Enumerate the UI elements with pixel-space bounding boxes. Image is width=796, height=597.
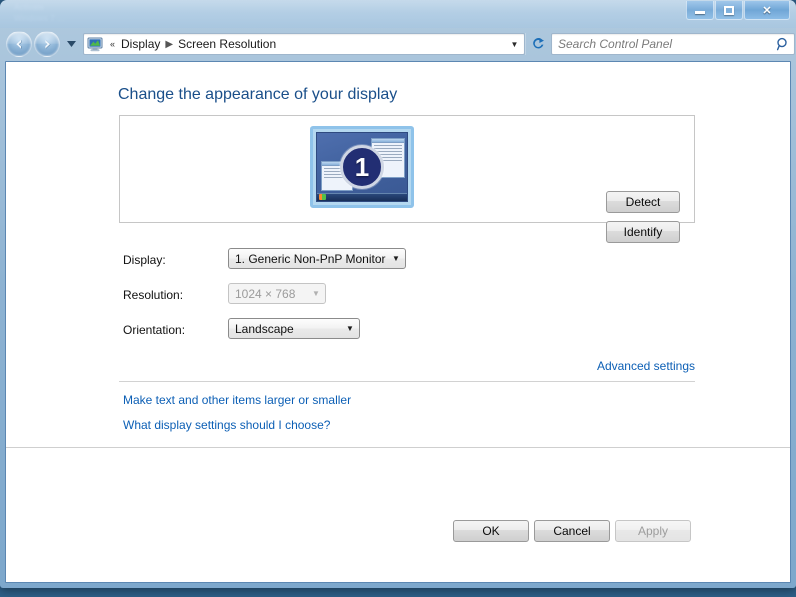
minimize-button[interactable] [686,1,714,20]
dialog-footer: OK Cancel Apply [6,448,790,582]
navigation-bar: « Display ▶ Screen Resolution ▼ [0,28,796,60]
resolution-dropdown: 1024 × 768 ▼ [228,283,326,304]
breadcrumb: « Display ▶ Screen Resolution [87,34,507,54]
chevron-down-icon: ▼ [392,254,400,263]
history-dropdown-button[interactable] [63,41,79,47]
display-label: Display: [123,253,166,267]
refresh-icon [532,38,544,49]
mini-taskbar [317,193,407,201]
close-button[interactable]: ✕ [744,1,790,20]
breadcrumb-overflow[interactable]: « [107,39,118,49]
resolution-dropdown-value: 1024 × 768 [235,286,296,301]
close-icon: ✕ [762,4,772,17]
address-dropdown-icon[interactable]: ▼ [507,40,522,49]
orientation-label: Orientation: [123,323,186,337]
chevron-down-icon: ▼ [346,324,354,333]
cancel-button[interactable]: Cancel [534,520,610,542]
desktop-background: Activate Windows 7 ... ✕ [0,0,796,597]
content-panel: Change the appearance of your display 1 … [6,62,790,448]
monitor-number-badge: 1 [340,145,384,189]
orientation-dropdown[interactable]: Landscape ▼ [228,318,360,339]
maximize-icon [724,5,734,15]
screen-resolution-window: ✕ « Display ▶ Screen Resolution ▼ Search… [0,0,796,588]
monitor-screen: 1 [316,132,408,202]
back-arrow-icon [15,39,21,49]
identify-button[interactable]: Identify [606,221,680,243]
window-titlebar: ✕ [0,0,796,28]
advanced-settings-link[interactable]: Advanced settings [597,359,695,373]
breadcrumb-item-display[interactable]: Display [118,35,163,53]
window-client-area: Change the appearance of your display 1 … [5,61,791,583]
breadcrumb-separator-icon[interactable]: ▶ [163,39,175,50]
address-bar[interactable]: « Display ▶ Screen Resolution ▼ [83,33,525,55]
breadcrumb-item-screen-resolution[interactable]: Screen Resolution [175,35,279,53]
minimize-icon [695,11,705,14]
search-box[interactable] [551,33,795,55]
search-input[interactable] [558,37,776,51]
detect-button[interactable]: Detect [606,191,680,213]
maximize-button[interactable] [715,1,743,20]
larger-smaller-link[interactable]: Make text and other items larger or smal… [123,393,351,407]
forward-arrow-icon [44,39,50,49]
ok-button[interactable]: OK [453,520,529,542]
links-divider [119,381,695,382]
search-icon[interactable] [776,37,790,51]
refresh-button[interactable] [525,33,549,55]
mini-start-icon [319,194,326,200]
which-display-settings-link[interactable]: What display settings should I choose? [123,418,330,432]
window-controls: ✕ [686,1,790,20]
orientation-dropdown-value: Landscape [235,321,294,336]
monitor-preview-icon[interactable]: 1 [310,126,414,208]
page-title: Change the appearance of your display [118,86,398,103]
monitor-icon [87,37,103,52]
apply-button: Apply [615,520,691,542]
chevron-down-icon: ▼ [312,289,320,298]
display-dropdown[interactable]: 1. Generic Non-PnP Monitor ▼ [228,248,406,269]
forward-button[interactable] [34,31,60,57]
resolution-label: Resolution: [123,288,184,302]
display-dropdown-value: 1. Generic Non-PnP Monitor [235,251,386,266]
back-button[interactable] [6,31,32,57]
chevron-down-icon [66,41,76,47]
